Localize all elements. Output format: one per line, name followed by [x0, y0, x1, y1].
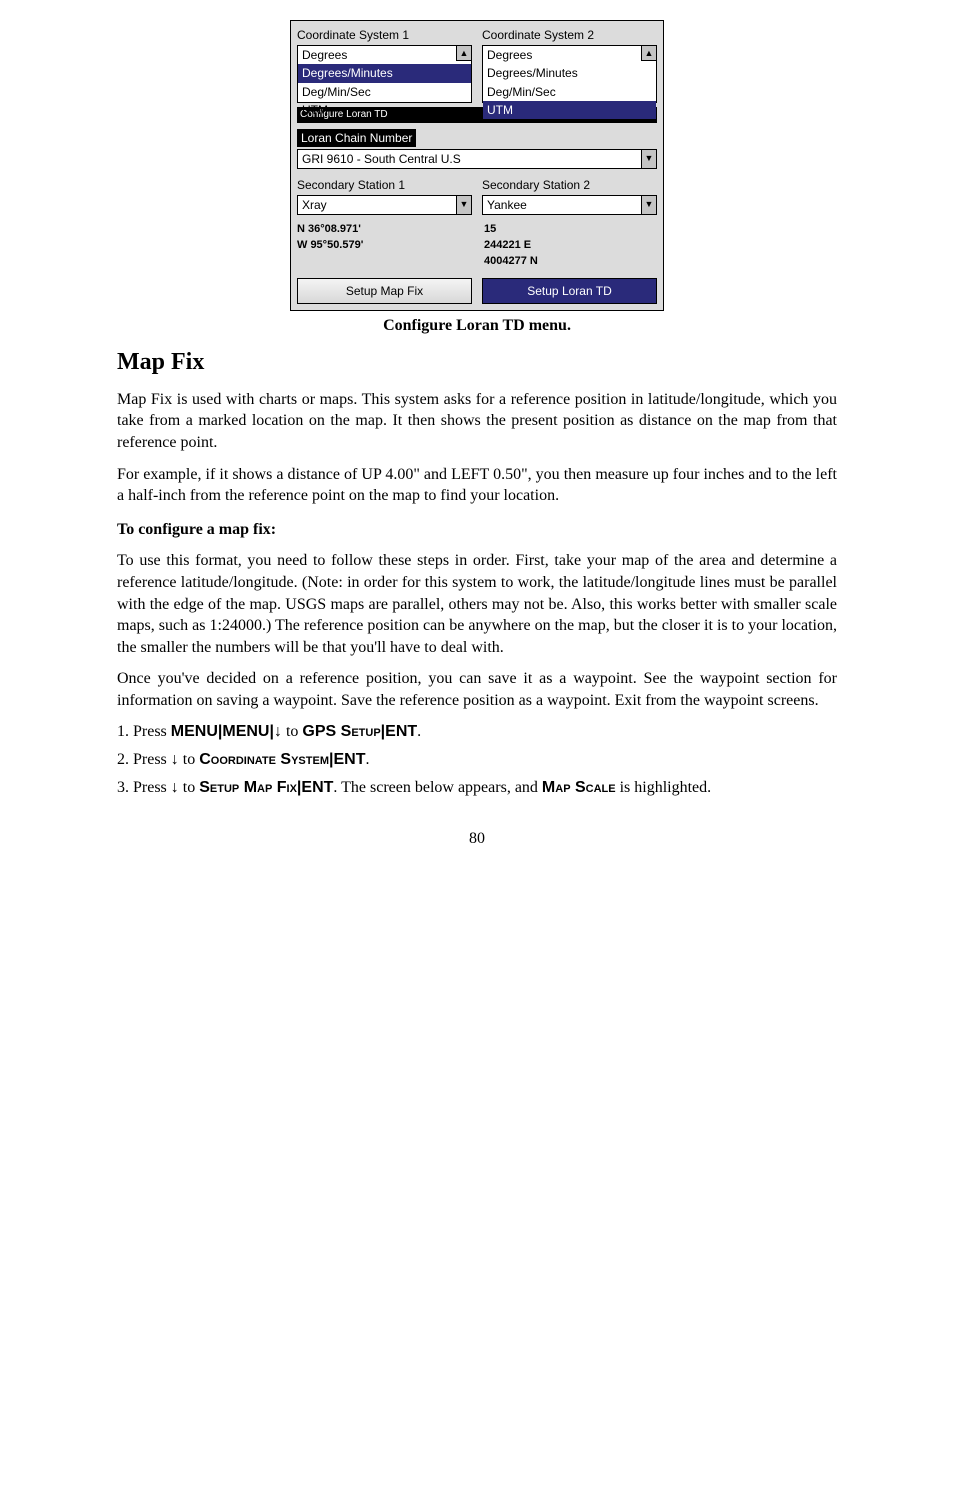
- loran-chain-label: Loran Chain Number: [297, 129, 416, 147]
- coord-system-2-list[interactable]: ▲ Degrees Degrees/Minutes Deg/Min/Sec UT…: [482, 45, 657, 103]
- figure-caption: Configure Loran TD menu.: [117, 315, 837, 337]
- paragraph-3: To use this format, you need to follow t…: [117, 550, 837, 658]
- list2-item-utm[interactable]: UTM: [483, 101, 656, 119]
- paragraph-1: Map Fix is used with charts or maps. Thi…: [117, 389, 837, 454]
- secondary-station-2-label: Secondary Station 2: [482, 177, 657, 193]
- sec2-value: Yankee: [483, 196, 641, 214]
- map-fix-heading: Map Fix: [117, 346, 837, 378]
- coord-right-line1: 15: [484, 222, 657, 237]
- coord-system-2-label: Coordinate System 2: [482, 27, 657, 43]
- list2-item-dms[interactable]: Deg/Min/Sec: [483, 83, 656, 101]
- scroll-up-icon[interactable]: ▲: [456, 46, 471, 61]
- coord-right-line2: 244221 E: [484, 238, 657, 253]
- secondary-station-1-label: Secondary Station 1: [297, 177, 472, 193]
- setup-loran-td-button[interactable]: Setup Loran TD: [482, 278, 657, 304]
- list1-item-degrees[interactable]: Degrees: [298, 46, 471, 64]
- chevron-down-icon[interactable]: ▼: [641, 196, 656, 214]
- page-number: 80: [117, 828, 837, 850]
- secondary-station-2-combo[interactable]: Yankee ▼: [482, 195, 657, 215]
- list2-item-degrees[interactable]: Degrees: [483, 46, 656, 64]
- chevron-down-icon[interactable]: ▼: [641, 150, 656, 168]
- list1-item-degmin[interactable]: Degrees/Minutes: [298, 64, 471, 82]
- scroll-up-icon[interactable]: ▲: [641, 46, 656, 61]
- coord-system-1-label: Coordinate System 1: [297, 27, 472, 43]
- sec1-value: Xray: [298, 196, 456, 214]
- coord-system-1-list[interactable]: ▲ Degrees Degrees/Minutes Deg/Min/Sec UT…: [297, 45, 472, 103]
- chevron-down-icon[interactable]: ▼: [456, 196, 471, 214]
- list1-item-utm[interactable]: UTM: [298, 101, 471, 119]
- setup-map-fix-button[interactable]: Setup Map Fix: [297, 278, 472, 304]
- paragraph-4: Once you've decided on a reference posit…: [117, 668, 837, 711]
- loran-chain-value: GRI 9610 - South Central U.S: [298, 150, 641, 168]
- secondary-station-1-combo[interactable]: Xray ▼: [297, 195, 472, 215]
- loran-chain-combo[interactable]: GRI 9610 - South Central U.S ▼: [297, 149, 657, 169]
- list2-item-degmin[interactable]: Degrees/Minutes: [483, 64, 656, 82]
- step-1: 1. Press MENU|MENU|↓ to GPS Setup|ENT.: [117, 721, 837, 743]
- screenshot-panel: Coordinate System 1 ▲ Degrees Degrees/Mi…: [290, 20, 664, 311]
- list1-item-dms[interactable]: Deg/Min/Sec: [298, 83, 471, 101]
- configure-subheading: To configure a map fix:: [117, 519, 837, 541]
- coord-left-line2: W 95°50.579': [297, 238, 470, 253]
- step-2: 2. Press ↓ to Coordinate System|ENT.: [117, 749, 837, 771]
- step-3: 3. Press ↓ to Setup Map Fix|ENT. The scr…: [117, 777, 837, 799]
- paragraph-2: For example, if it shows a distance of U…: [117, 464, 837, 507]
- coord-left-line1: N 36°08.971': [297, 222, 470, 237]
- coord-right-line3: 4004277 N: [484, 254, 657, 269]
